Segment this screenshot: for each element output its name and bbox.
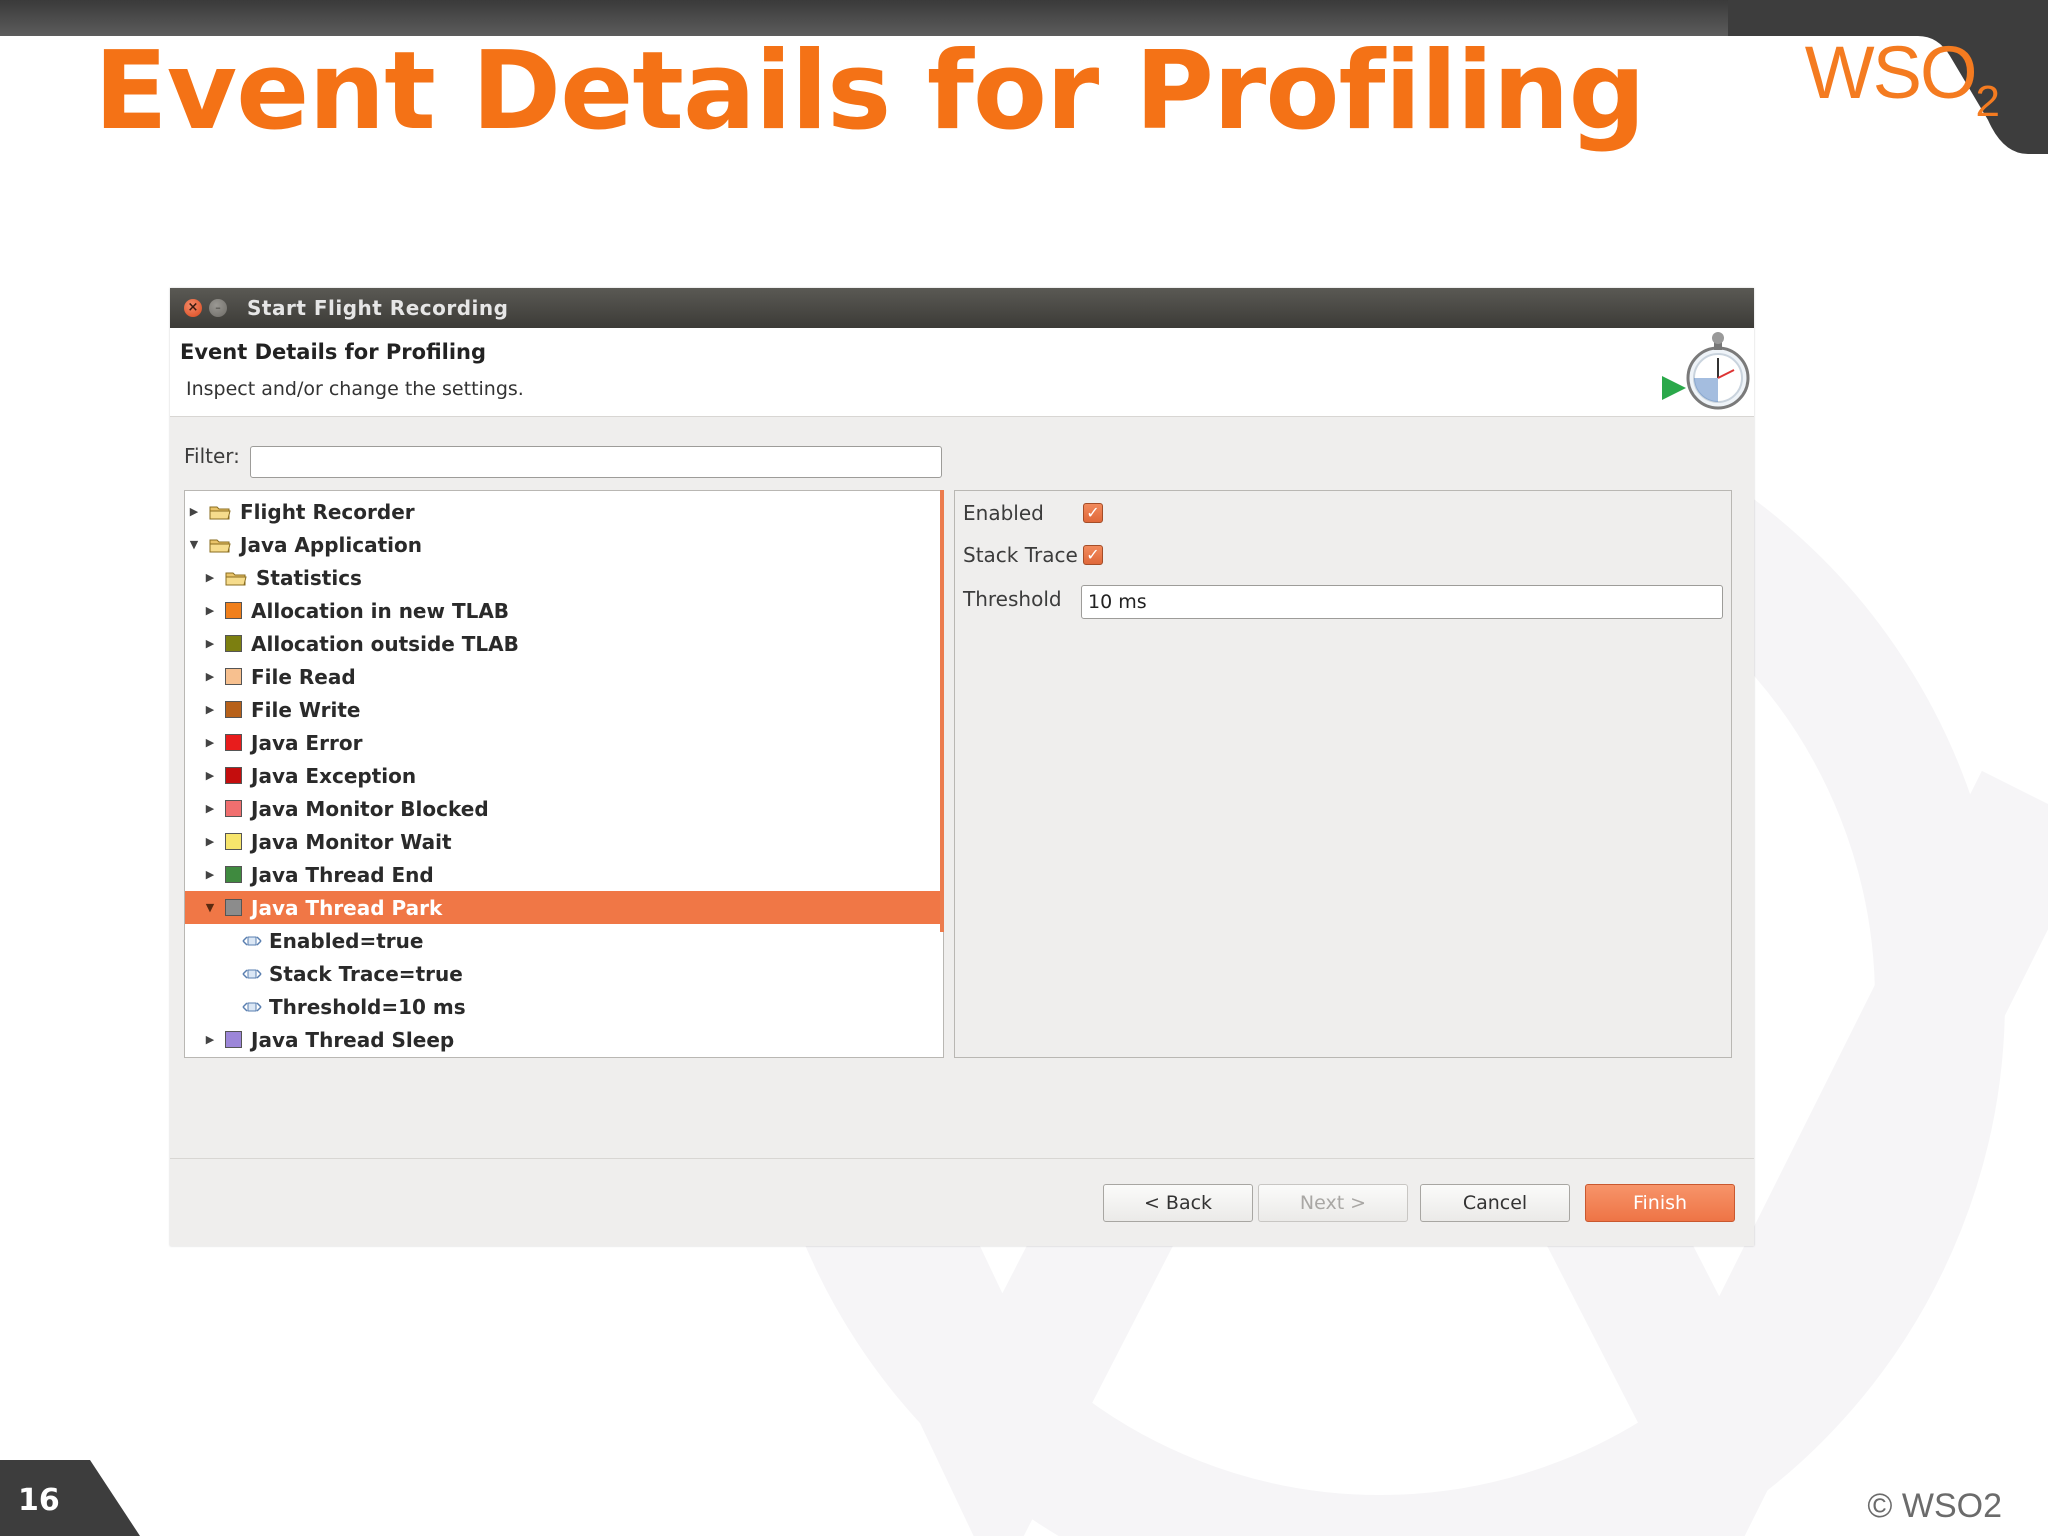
tree-item[interactable]: ▶ Flight Recorder [185,495,943,528]
tree-item-label: Java Thread Sleep [251,1027,455,1052]
next-button[interactable]: Next > [1258,1184,1408,1222]
tree-item[interactable]: ▼ Java Thread Park [185,891,943,924]
attribute-icon [242,1001,262,1012]
folder-icon [225,572,247,585]
wizard-header: Event Details for Profiling Inspect and/… [170,328,1754,417]
tree-item-label: Statistics [256,565,362,590]
expand-right-icon[interactable]: ▶ [187,505,201,518]
attribute-icon [242,968,262,979]
stack-trace-checkbox[interactable]: ✓ [1083,545,1103,565]
event-color-icon [225,734,242,751]
event-settings-panel: Enabled ✓ Stack Trace ✓ Threshold [954,490,1732,1058]
tree-item-label: Java Monitor Wait [251,829,452,854]
tree-item-label: Java Exception [251,763,417,788]
event-color-icon [225,899,242,916]
tree-item-label: Java Thread Park [251,895,443,920]
event-color-icon [225,668,242,685]
expand-right-icon[interactable]: ▶ [203,703,217,716]
tree-item-label: Flight Recorder [240,499,415,524]
event-color-icon [225,866,242,883]
tree-item[interactable]: ▶ Java Thread Sleep [185,1023,943,1056]
tree-item-label: Java Monitor Blocked [251,796,489,821]
filter-input[interactable] [250,446,942,478]
minimize-icon[interactable]: – [209,299,227,317]
window-title: Start Flight Recording [247,296,509,320]
event-tree[interactable]: ▶ Flight Recorder ▼ Java Application ▶ Statis… [184,490,944,1058]
expand-right-icon[interactable]: ▶ [203,604,217,617]
expand-right-icon[interactable]: ▶ [203,736,217,749]
tree-item[interactable]: ▶ Allocation outside TLAB [185,627,943,660]
cancel-button[interactable]: Cancel [1420,1184,1570,1222]
event-color-icon [225,1031,242,1048]
tree-item-label: Allocation in new TLAB [251,598,510,623]
expand-right-icon[interactable]: ▶ [203,571,217,584]
tree-item-label: Java Error [251,730,363,755]
tree-item[interactable]: ▶ Java Error [185,726,943,759]
slide-title: Event Details for Profiling [94,29,1646,154]
event-color-icon [225,602,242,619]
close-icon[interactable]: × [184,299,202,317]
footer-separator [170,1158,1754,1159]
folder-icon [209,506,231,519]
tree-item-label: Allocation outside TLAB [251,631,519,656]
expand-right-icon[interactable]: ▶ [203,835,217,848]
enabled-checkbox[interactable]: ✓ [1083,503,1103,523]
tree-item[interactable]: ▶ Java Monitor Blocked [185,792,943,825]
tree-item-label: File Write [251,697,361,722]
tree-attribute-item[interactable]: Stack Trace=true [185,957,943,990]
tree-item[interactable]: ▶ File Read [185,660,943,693]
stack-trace-label: Stack Trace [963,543,1078,567]
finish-button[interactable]: Finish [1585,1184,1735,1222]
page-title: Event Details for Profiling [180,340,487,364]
tree-item-label: Java Thread End [251,862,434,887]
event-color-icon [225,701,242,718]
expand-right-icon[interactable]: ▶ [203,769,217,782]
threshold-input[interactable] [1081,585,1723,619]
wso2-logo: WSO2 [1804,31,2000,126]
tree-item-label: Java Application [240,532,423,557]
threshold-label: Threshold [963,587,1062,611]
back-button[interactable]: < Back [1103,1184,1253,1222]
expand-right-icon[interactable]: ▶ [203,868,217,881]
event-color-icon [225,635,242,652]
event-color-icon [225,800,242,817]
tree-item[interactable]: ▶ Allocation in new TLAB [185,594,943,627]
expand-down-icon[interactable]: ▼ [203,901,217,914]
expand-down-icon[interactable]: ▼ [187,538,201,551]
copyright: © WSO2 [1867,1487,2002,1525]
tree-item[interactable]: ▶ File Write [185,693,943,726]
tree-item-label: Threshold=10 ms [269,994,466,1019]
page-description: Inspect and/or change the settings. [186,378,524,400]
expand-right-icon[interactable]: ▶ [203,1033,217,1046]
event-color-icon [225,833,242,850]
start-flight-recording-dialog: × – Start Flight Recording Event Details… [170,288,1754,1246]
event-color-icon [225,767,242,784]
window-titlebar: × – Start Flight Recording [170,288,1754,328]
expand-right-icon[interactable]: ▶ [203,670,217,683]
tree-item[interactable]: ▼ Java Application [185,528,943,561]
tree-attribute-item[interactable]: Enabled=true [185,924,943,957]
tree-item[interactable]: ▶ Java Exception [185,759,943,792]
folder-icon [209,539,231,552]
tree-item[interactable]: ▶ Java Monitor Wait [185,825,943,858]
tree-scrollbar[interactable] [940,490,944,932]
expand-right-icon[interactable]: ▶ [203,802,217,815]
tree-item-label: Stack Trace=true [269,961,463,986]
tree-attribute-item[interactable]: Threshold=10 ms [185,990,943,1023]
tree-item-label: Enabled=true [269,928,424,953]
expand-right-icon[interactable]: ▶ [203,637,217,650]
tree-item[interactable]: ▶ Statistics [185,561,943,594]
tree-item-label: File Read [251,664,356,689]
stopwatch-play-icon [1662,332,1750,410]
attribute-icon [242,935,262,946]
page-number: 16 [18,1483,60,1518]
filter-label: Filter: [184,444,240,468]
enabled-label: Enabled [963,501,1044,525]
tree-item[interactable]: ▶ Java Thread End [185,858,943,891]
